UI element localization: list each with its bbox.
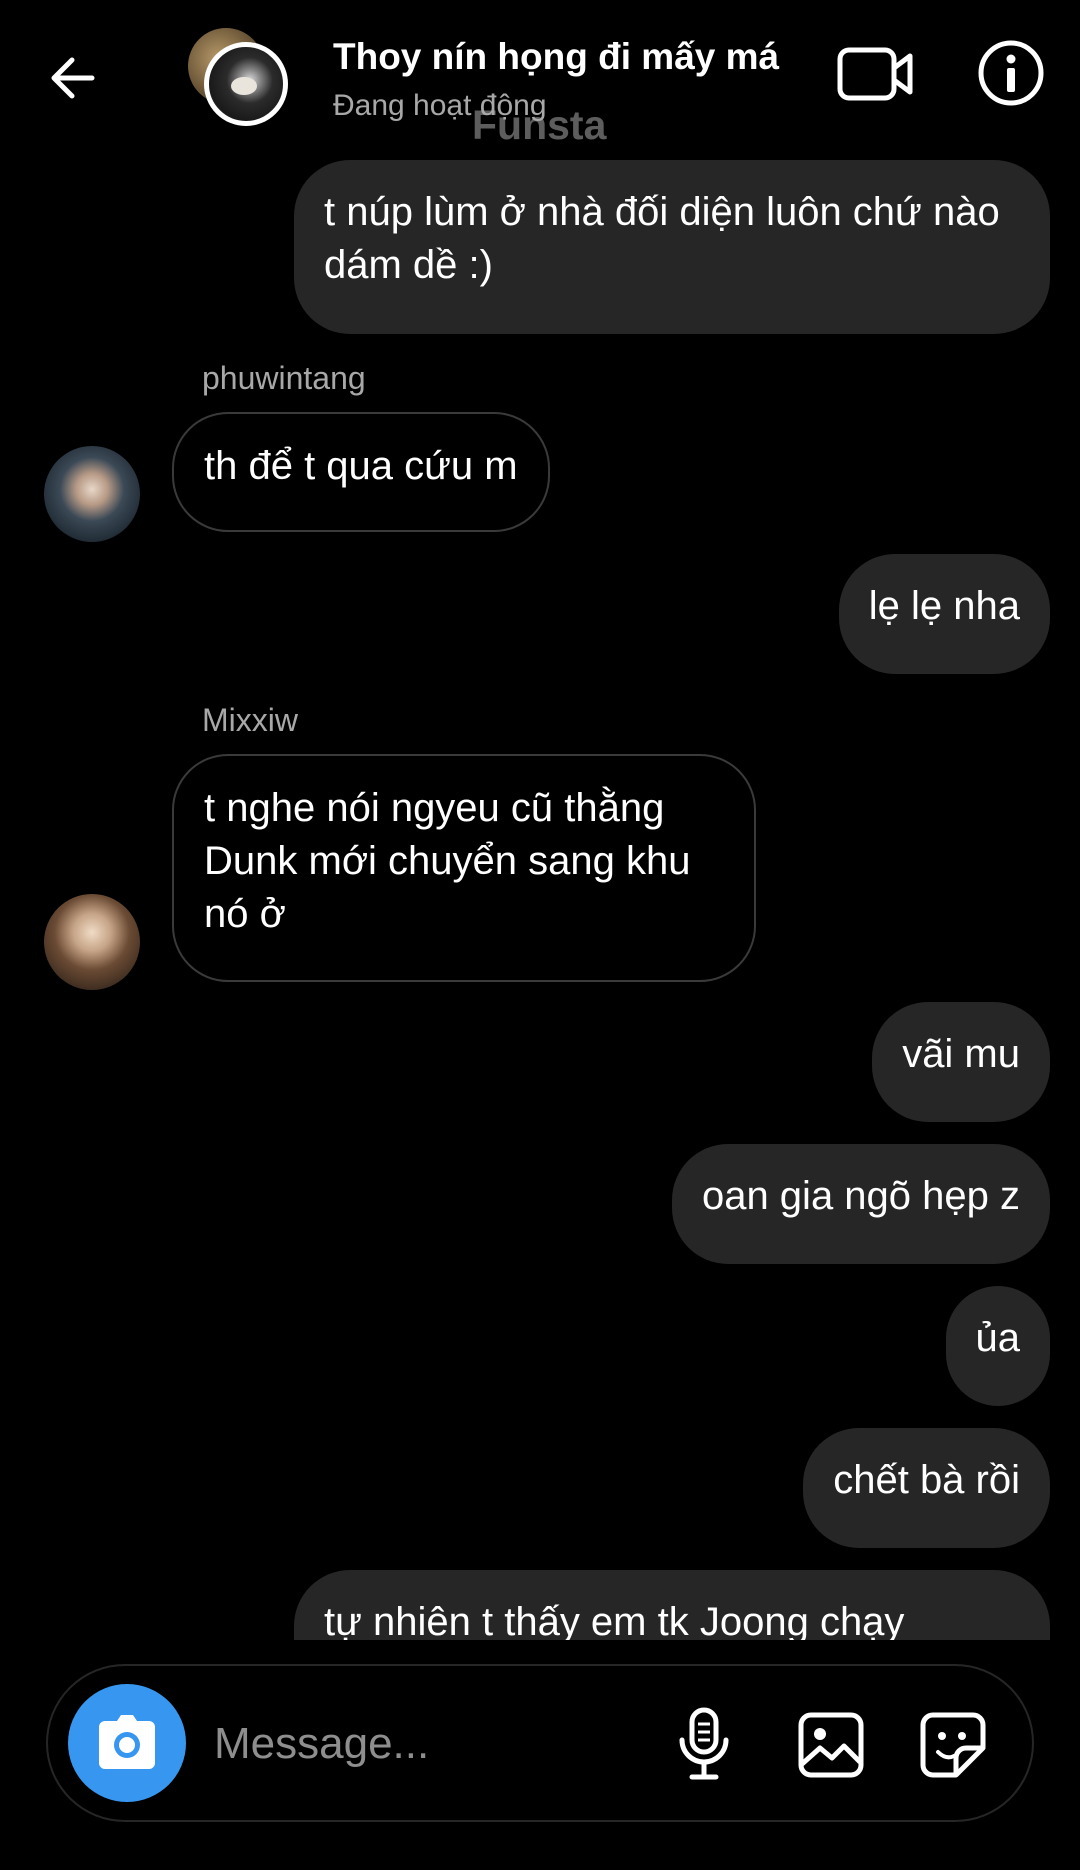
message-thread[interactable]: t núp lùm ở nhà đối diện luôn chứ nào dá…: [0, 150, 1080, 1640]
message-bubble-incoming[interactable]: th để t qua cứu m: [172, 412, 550, 532]
info-icon[interactable]: [976, 38, 1046, 108]
sender-name: phuwintang: [202, 360, 366, 396]
message-bubble-outgoing[interactable]: tự nhiên t thấy em tk Joong chạy: [294, 1570, 1050, 1640]
chat-title[interactable]: Thoy nín họng đi mấy má: [333, 36, 779, 78]
sender-avatar[interactable]: [44, 446, 140, 542]
message-bubble-outgoing[interactable]: ủa: [945, 1286, 1050, 1406]
video-call-icon[interactable]: [836, 42, 916, 106]
chat-header: Thoy nín họng đi mấy má Đang hoạt động F…: [0, 0, 1080, 150]
gallery-icon[interactable]: [796, 1710, 866, 1780]
sender-avatar[interactable]: [44, 894, 140, 990]
message-bubble-outgoing[interactable]: chết bà rồi: [803, 1428, 1050, 1548]
sticker-icon[interactable]: [918, 1710, 988, 1780]
message-bubble-outgoing[interactable]: oan gia ngõ hẹp z: [671, 1144, 1050, 1264]
microphone-icon[interactable]: [674, 1706, 734, 1782]
message-bubble-outgoing[interactable]: t núp lùm ở nhà đối diện luôn chứ nào dá…: [294, 160, 1050, 334]
message-bubble-outgoing[interactable]: lẹ lẹ nha: [838, 554, 1050, 674]
group-avatar-front: [204, 42, 288, 126]
message-bubble-outgoing[interactable]: vãi mu: [872, 1002, 1050, 1122]
group-avatar[interactable]: [188, 28, 298, 128]
back-arrow-icon[interactable]: [44, 48, 104, 108]
message-composer: [46, 1664, 1034, 1822]
watermark: Funsta: [472, 102, 607, 148]
message-bubble-incoming[interactable]: t nghe nói ngyeu cũ thằng Dunk mới chuyể…: [172, 754, 756, 982]
camera-icon[interactable]: [68, 1684, 186, 1802]
sender-name: Mixxiw: [202, 702, 298, 738]
message-input[interactable]: [214, 1706, 634, 1782]
